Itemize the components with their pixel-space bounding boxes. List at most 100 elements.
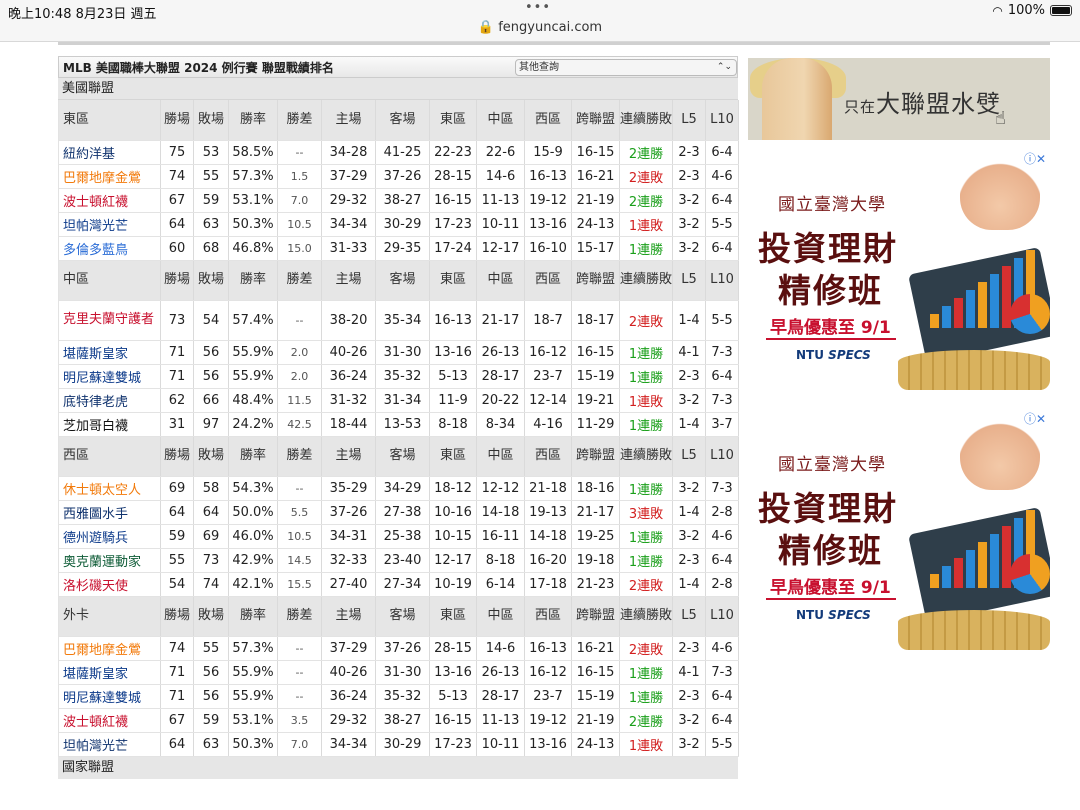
ad-card-2[interactable]: ⓘ✕ 國立臺灣大學 投資理財 精修班 早鳥優惠至 9/1 NTU SPECS [748, 410, 1050, 650]
ad-bar [954, 298, 963, 328]
team-name-link[interactable]: 芝加哥白襪 [58, 412, 161, 437]
team-name-link[interactable]: 多倫多藍鳥 [58, 236, 161, 261]
stat-cell: 28-17 [476, 684, 525, 709]
stat-cell: 13-53 [375, 412, 430, 437]
adchoices-icon[interactable]: ⓘ✕ [1024, 150, 1046, 167]
stat-cell: 16-15 [429, 708, 477, 733]
stat-cell: 46.0% [228, 524, 278, 549]
column-header: L5 [672, 436, 706, 477]
ad-pie-graphic [1010, 554, 1050, 594]
stat-cell: 28-15 [429, 164, 477, 189]
stat-cell: 53.1% [228, 188, 278, 213]
stat-cell: 28-17 [476, 364, 525, 389]
stat-cell: 48.4% [228, 388, 278, 413]
team-name-link[interactable]: 洛杉磯天使 [58, 572, 161, 597]
stat-cell: 27-38 [375, 500, 430, 525]
team-name-link[interactable]: 奧克蘭運動家 [58, 548, 161, 573]
column-header: 敗場 [193, 100, 229, 141]
l10-cell: 5-5 [705, 212, 739, 237]
l10-cell: 6-4 [705, 548, 739, 573]
l5-cell: 2-3 [672, 684, 706, 709]
stat-cell: 15.0 [277, 236, 322, 261]
team-name-link[interactable]: 底特律老虎 [58, 388, 161, 413]
query-select-value: 其他查詢 [519, 62, 559, 73]
l5-cell: 3-2 [672, 476, 706, 501]
team-name-link[interactable]: 明尼蘇達雙城 [58, 684, 161, 709]
more-dots-icon[interactable]: ••• [525, 0, 551, 15]
stat-cell: 16-12 [524, 340, 572, 365]
stat-cell: 67 [160, 708, 194, 733]
stat-cell: 35-29 [321, 476, 376, 501]
table-row: 坦帕灣光芒 64 63 50.3% 10.5 34-34 30-29 17-23 10-11 13… [58, 212, 739, 237]
table-row: 坦帕灣光芒 64 63 50.3% 7.0 34-34 30-29 17-23 10-11 13-… [58, 732, 739, 757]
table-row: 德州遊騎兵 59 69 46.0% 10.5 34-31 25-38 10-15 16-11 14… [58, 524, 739, 549]
stat-cell: 5.5 [277, 500, 322, 525]
ad-bar [954, 558, 963, 588]
stat-cell: 16-10 [524, 236, 572, 261]
streak-cell: 1連勝 [619, 548, 673, 573]
column-header: 跨聯盟 [571, 100, 620, 141]
stat-cell: 4-16 [524, 412, 572, 437]
team-name-link[interactable]: 明尼蘇達雙城 [58, 364, 161, 389]
stat-cell: 37-29 [321, 636, 376, 661]
l5-cell: 3-2 [672, 188, 706, 213]
adchoices-icon[interactable]: ⓘ✕ [1024, 410, 1046, 427]
team-name-link[interactable]: 坦帕灣光芒 [58, 212, 161, 237]
stat-cell: 55.9% [228, 660, 278, 685]
stat-cell: 10-11 [476, 212, 525, 237]
team-name-link[interactable]: 堪薩斯皇家 [58, 660, 161, 685]
team-name-link[interactable]: 波士頓紅襪 [58, 708, 161, 733]
column-header: 勝場 [160, 260, 194, 301]
column-header: 東區 [429, 596, 477, 637]
stat-cell: 41-25 [375, 140, 430, 165]
stat-cell: 27-34 [375, 572, 430, 597]
column-header: 客場 [375, 436, 430, 477]
ad-banner-top[interactable]: 只在大聯盟水䢃 ☝ [748, 58, 1050, 140]
section-header-row: 東區 勝場 敗場 勝率 勝差 主場 客場 東區 中區 西區 跨聯盟 連續勝敗 L5 L10 [58, 100, 739, 141]
team-name-link[interactable]: 休士頓太空人 [58, 476, 161, 501]
ad-card-1[interactable]: ⓘ✕ 國立臺灣大學 投資理財 精修班 早鳥優惠至 9/1 NTU SPECS [748, 150, 1050, 390]
ad-headline-2: 精修班 [778, 531, 883, 570]
ad-bar [930, 314, 939, 328]
streak-cell: 2連敗 [619, 164, 673, 189]
team-name-link[interactable]: 巴爾地摩金鶯 [58, 164, 161, 189]
address-bar[interactable]: 🔒 fengyuncai.com [0, 20, 1080, 35]
team-name-link[interactable]: 巴爾地摩金鶯 [58, 636, 161, 661]
stat-cell: 30-29 [375, 212, 430, 237]
column-header: 勝場 [160, 596, 194, 637]
ad-bar [942, 306, 951, 328]
stat-cell: 16-20 [524, 548, 572, 573]
stat-cell: 16-21 [571, 636, 620, 661]
team-name-link[interactable]: 波士頓紅襪 [58, 188, 161, 213]
standings-table: 東區 勝場 敗場 勝率 勝差 主場 客場 東區 中區 西區 跨聯盟 連續勝敗 L5 L10 紐約洋基 75 53… [58, 100, 739, 757]
column-header: 勝差 [277, 436, 322, 477]
team-name-link[interactable]: 紐約洋基 [58, 140, 161, 165]
stat-cell: 19-18 [571, 548, 620, 573]
team-name-link[interactable]: 德州遊騎兵 [58, 524, 161, 549]
ad-headline-1: 投資理財 [758, 489, 898, 528]
team-name-link[interactable]: 西雅圖水手 [58, 500, 161, 525]
streak-cell: 2連敗 [619, 636, 673, 661]
stat-cell: 24-13 [571, 732, 620, 757]
stat-cell: 12-17 [429, 548, 477, 573]
stat-cell: 50.0% [228, 500, 278, 525]
battery-percent: 100% [1007, 3, 1045, 18]
streak-cell: 1連勝 [619, 364, 673, 389]
stat-cell: 21-17 [571, 500, 620, 525]
stat-cell: 74 [160, 164, 194, 189]
column-header: 敗場 [193, 260, 229, 301]
team-name-link[interactable]: 坦帕灣光芒 [58, 732, 161, 757]
column-header: 勝率 [228, 436, 278, 477]
team-name-link[interactable]: 克里夫蘭守護者 [58, 300, 161, 341]
column-header: L10 [705, 260, 739, 301]
stat-cell: 36-24 [321, 684, 376, 709]
l10-cell: 6-4 [705, 140, 739, 165]
stat-cell: 22-23 [429, 140, 477, 165]
stat-cell: 31-34 [375, 388, 430, 413]
stat-cell: 31 [160, 412, 194, 437]
stat-cell: 74 [193, 572, 229, 597]
table-row: 波士頓紅襪 67 59 53.1% 7.0 29-32 38-27 16-15 11-13 19-… [58, 188, 739, 213]
team-name-link[interactable]: 堪薩斯皇家 [58, 340, 161, 365]
query-select[interactable]: 其他查詢 ⌃⌄ [515, 59, 737, 76]
stat-cell: 64 [193, 500, 229, 525]
